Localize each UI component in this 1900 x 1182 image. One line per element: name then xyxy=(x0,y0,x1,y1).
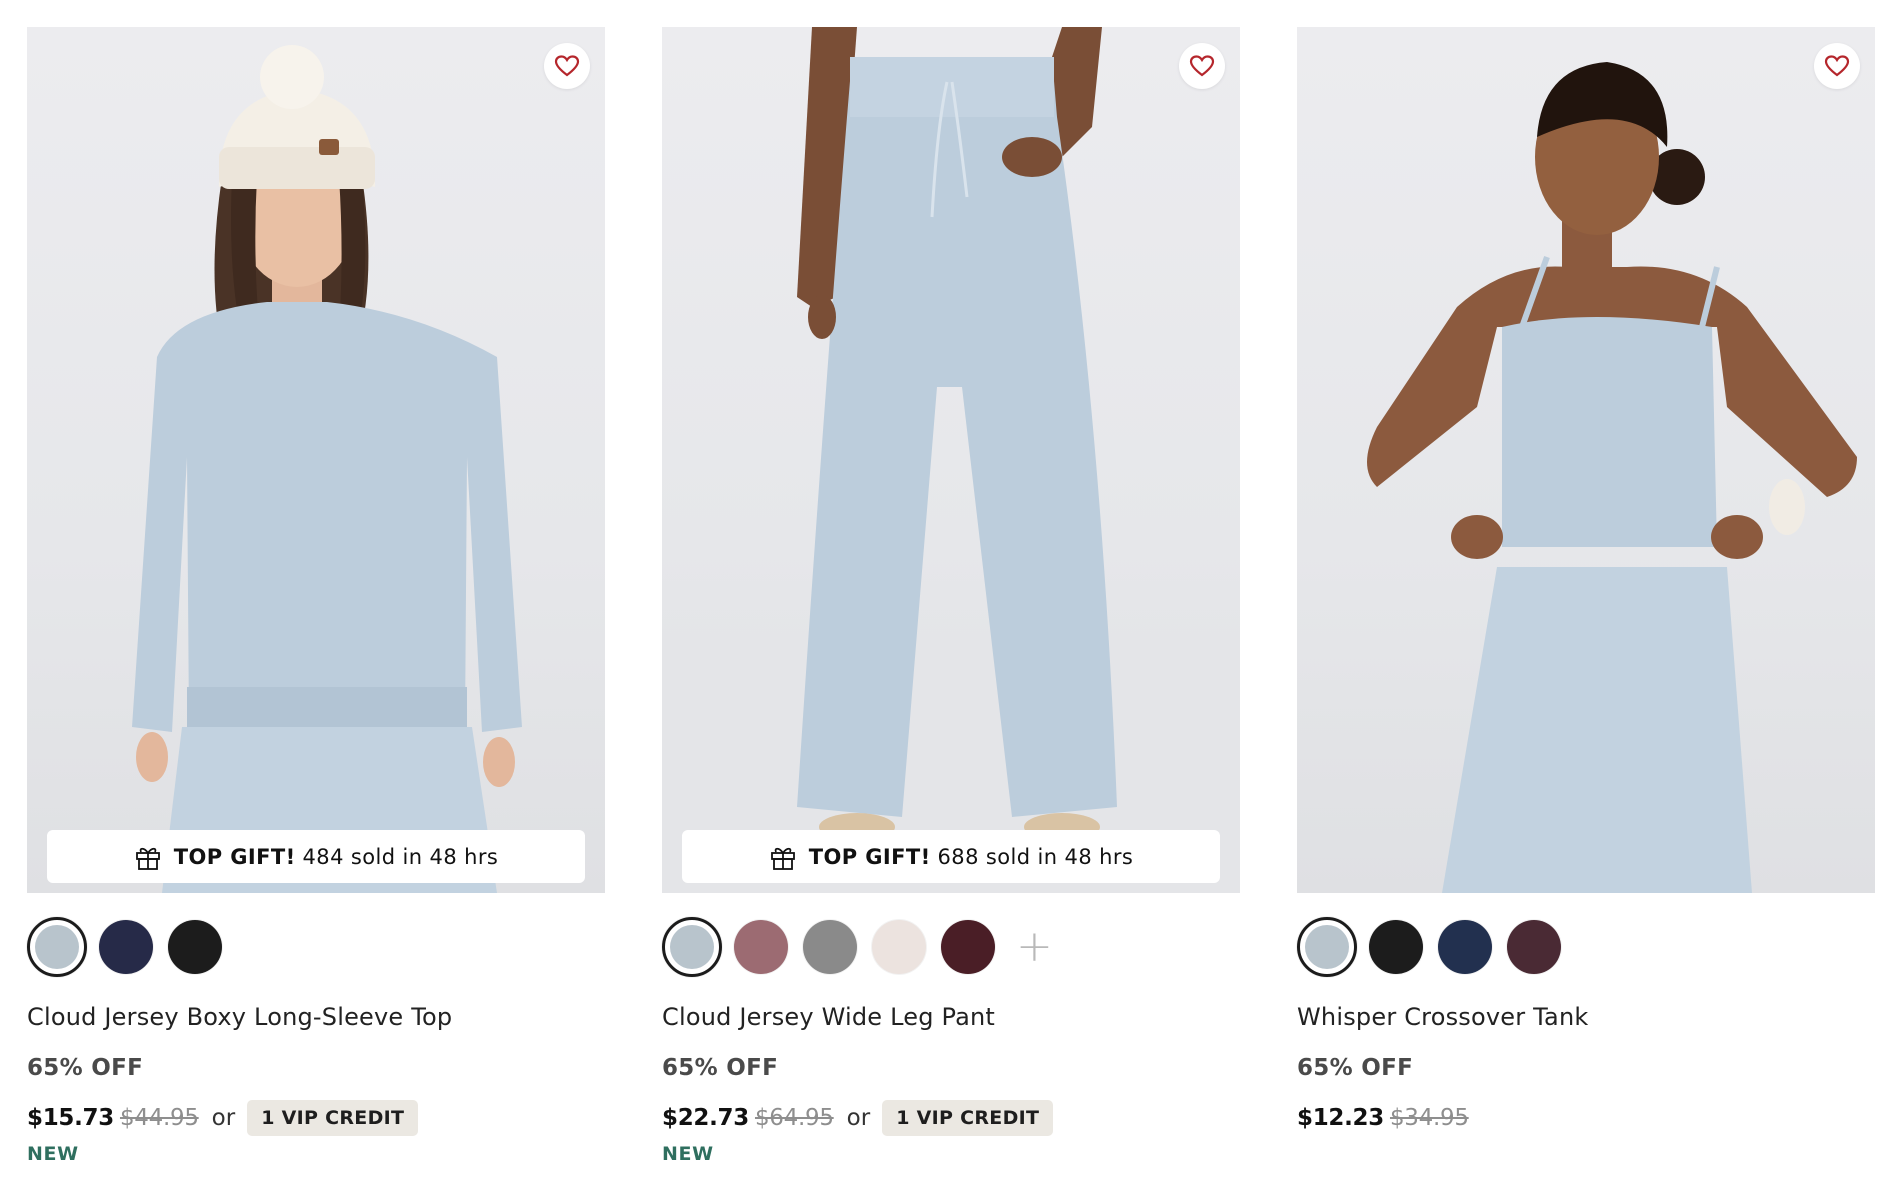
banner-text: 484 sold in 48 hrs xyxy=(302,844,499,869)
swatch[interactable] xyxy=(734,920,788,974)
color-swatches: + xyxy=(662,917,1240,977)
or-text: or xyxy=(846,1105,871,1131)
plus-icon[interactable]: + xyxy=(1016,925,1053,969)
color-swatches xyxy=(1297,917,1875,977)
swatch-selected[interactable] xyxy=(1297,917,1357,977)
sale-price: $12.23 xyxy=(1297,1105,1384,1131)
sale-price: $22.73 xyxy=(662,1105,749,1131)
swatch[interactable] xyxy=(1507,920,1561,974)
product-card[interactable]: TOP GIFT! 688 sold in 48 hrs + Cloud Jer… xyxy=(662,27,1240,1165)
product-card[interactable]: Whisper Crossover Tank 65% OFF $12.23 $3… xyxy=(1297,27,1875,1137)
model-photo xyxy=(132,45,522,893)
discount-label: 65% OFF xyxy=(662,1055,779,1081)
heart-icon xyxy=(1189,55,1215,77)
wishlist-button[interactable] xyxy=(1179,43,1225,89)
product-name[interactable]: Cloud Jersey Boxy Long-Sleeve Top xyxy=(27,1003,605,1031)
discount-label: 65% OFF xyxy=(1297,1055,1414,1081)
swatch[interactable] xyxy=(168,920,222,974)
swatch-selected[interactable] xyxy=(27,917,87,977)
swatch[interactable] xyxy=(803,920,857,974)
product-image[interactable]: TOP GIFT! 484 sold in 48 hrs xyxy=(27,27,605,893)
gift-icon xyxy=(134,843,162,871)
discount-label: 65% OFF xyxy=(27,1055,144,1081)
heart-icon xyxy=(1824,55,1850,77)
swatch-selected[interactable] xyxy=(662,917,722,977)
original-price: $34.95 xyxy=(1389,1105,1469,1131)
model-photo xyxy=(662,27,1240,893)
product-card[interactable]: TOP GIFT! 484 sold in 48 hrs Cloud Jerse… xyxy=(27,27,605,1165)
swatch[interactable] xyxy=(1369,920,1423,974)
vip-credit-badge[interactable]: 1 VIP CREDIT xyxy=(247,1100,419,1136)
new-tag: NEW xyxy=(662,1143,714,1165)
product-name[interactable]: Whisper Crossover Tank xyxy=(1297,1003,1875,1031)
banner-text: 688 sold in 48 hrs xyxy=(937,844,1134,869)
product-image[interactable] xyxy=(1297,27,1875,893)
product-image[interactable]: TOP GIFT! 688 sold in 48 hrs xyxy=(662,27,1240,893)
sale-price: $15.73 xyxy=(27,1105,114,1131)
vip-credit-badge[interactable]: 1 VIP CREDIT xyxy=(882,1100,1054,1136)
top-gift-banner: TOP GIFT! 484 sold in 48 hrs xyxy=(47,830,585,883)
color-swatches xyxy=(27,917,605,977)
swatch[interactable] xyxy=(99,920,153,974)
original-price: $44.95 xyxy=(119,1105,199,1131)
product-name[interactable]: Cloud Jersey Wide Leg Pant xyxy=(662,1003,1240,1031)
swatch[interactable] xyxy=(941,920,995,974)
price-row: $12.23 $34.95 xyxy=(1297,1099,1875,1137)
banner-strong: TOP GIFT! xyxy=(173,844,296,869)
top-gift-banner: TOP GIFT! 688 sold in 48 hrs xyxy=(682,830,1220,883)
wishlist-button[interactable] xyxy=(544,43,590,89)
swatch[interactable] xyxy=(872,920,926,974)
price-row: $15.73 $44.95 or 1 VIP CREDIT xyxy=(27,1099,605,1137)
original-price: $64.95 xyxy=(754,1105,834,1131)
or-text: or xyxy=(211,1105,236,1131)
banner-strong: TOP GIFT! xyxy=(808,844,931,869)
wishlist-button[interactable] xyxy=(1814,43,1860,89)
gift-icon xyxy=(769,843,797,871)
price-row: $22.73 $64.95 or 1 VIP CREDIT xyxy=(662,1099,1240,1137)
swatch[interactable] xyxy=(1438,920,1492,974)
heart-icon xyxy=(554,55,580,77)
model-photo xyxy=(1367,62,1857,893)
new-tag: NEW xyxy=(27,1143,79,1165)
